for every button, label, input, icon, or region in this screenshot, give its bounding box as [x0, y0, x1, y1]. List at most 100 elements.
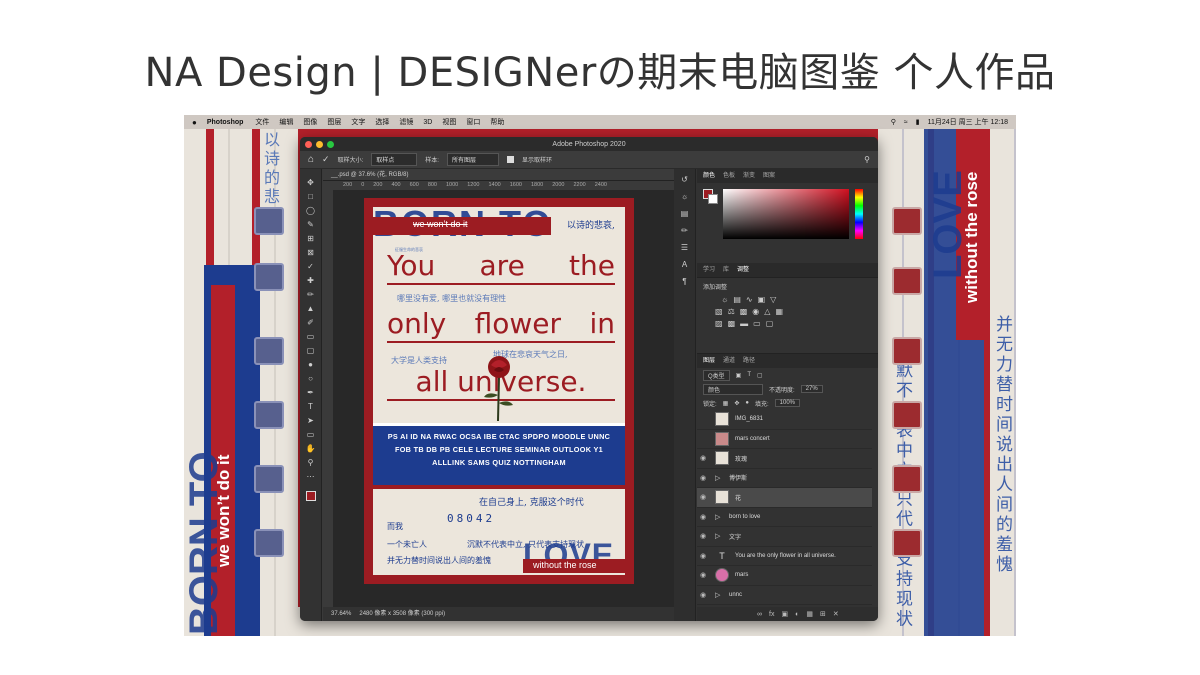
tab-layers[interactable]: 图层	[703, 354, 715, 368]
layer-row[interactable]: ◉ ▷ 文字	[697, 527, 872, 547]
layer-row[interactable]: ◉ ▷ born to love	[697, 508, 872, 527]
menu-3d[interactable]: 3D	[423, 119, 432, 126]
menu-window[interactable]: 窗口	[466, 117, 480, 127]
zoom-tool-icon[interactable]: ⚲	[305, 457, 317, 468]
dodge-tool-icon[interactable]: ○	[305, 373, 317, 384]
invert-icon[interactable]: ▨	[715, 319, 723, 328]
tab-adjustments[interactable]: 调整	[737, 263, 749, 277]
rectangle-tool-icon[interactable]: ▭	[305, 429, 317, 440]
layer-row[interactable]: ◉ mars	[697, 566, 872, 586]
new-group-icon[interactable]: ▦	[806, 610, 813, 618]
brightness-icon[interactable]: ☼	[721, 295, 728, 304]
tab-color[interactable]: 颜色	[703, 169, 715, 183]
menu-help[interactable]: 帮助	[490, 117, 504, 127]
hue-saturation-icon[interactable]: ▧	[715, 307, 723, 316]
type-tool-icon[interactable]: T	[305, 401, 317, 412]
selective-color-icon[interactable]: ▢	[766, 319, 774, 328]
brush-panel-icon[interactable]: ✏	[681, 226, 688, 235]
delete-layer-icon[interactable]: ✕	[833, 610, 839, 618]
eyedropper-tool-icon[interactable]: ✓	[322, 154, 330, 165]
foreground-color-swatch[interactable]	[305, 491, 316, 501]
menu-file[interactable]: 文件	[255, 117, 269, 127]
layer-kind-select[interactable]: Q类型	[703, 369, 730, 381]
layer-row[interactable]: ◉ ▷ unnc	[697, 586, 872, 605]
apple-icon[interactable]: ●	[192, 118, 197, 127]
status-battery-icon[interactable]: ▮	[916, 118, 920, 126]
color-background-swatch[interactable]	[708, 194, 718, 204]
menu-image[interactable]: 图像	[303, 117, 317, 127]
eye-icon[interactable]: ◉	[697, 454, 709, 462]
status-wifi-icon[interactable]: ≈	[904, 119, 908, 126]
new-layer-icon[interactable]: ⊞	[820, 610, 826, 618]
eyedropper-icon[interactable]: ✓	[305, 261, 317, 272]
hue-slider[interactable]	[855, 189, 863, 239]
healing-brush-icon[interactable]: ✚	[305, 275, 317, 286]
tab-libraries[interactable]: 库	[723, 263, 729, 277]
threshold-icon[interactable]: ▬	[740, 319, 748, 328]
tab-learn[interactable]: 学习	[703, 263, 715, 277]
brush-tool-icon[interactable]: ✏	[305, 289, 317, 300]
menu-app-name[interactable]: Photoshop	[207, 119, 244, 126]
blur-tool-icon[interactable]: ●	[305, 359, 317, 370]
tab-channels[interactable]: 通道	[723, 354, 735, 368]
color-balance-icon[interactable]: ⚖	[728, 307, 735, 316]
fill-input[interactable]: 100%	[774, 399, 801, 407]
eye-icon[interactable]: ◉	[697, 552, 709, 560]
layer-style-icon[interactable]: fx	[769, 611, 774, 618]
tab-paths[interactable]: 路径	[743, 354, 755, 368]
crop-tool-icon[interactable]: ⊞	[305, 233, 317, 244]
marquee-tool-icon[interactable]: □	[305, 191, 317, 202]
photo-filter-icon[interactable]: ◉	[752, 307, 759, 316]
filter-type-icon[interactable]: T	[747, 372, 751, 378]
menu-edit[interactable]: 编辑	[279, 117, 293, 127]
curves-icon[interactable]: ∿	[746, 295, 753, 304]
levels-icon[interactable]: ▤	[733, 295, 741, 304]
vibrance-icon[interactable]: ▽	[770, 295, 776, 304]
stamp-tool-icon[interactable]: ▲	[305, 303, 317, 314]
quick-select-tool-icon[interactable]: ✎	[305, 219, 317, 230]
home-icon[interactable]: ⌂	[308, 154, 314, 165]
tab-gradients[interactable]: 渐变	[743, 169, 755, 183]
menu-view[interactable]: 视图	[442, 117, 456, 127]
lasso-tool-icon[interactable]: ◯	[305, 205, 317, 216]
gradient-tool-icon[interactable]: ▢	[305, 345, 317, 356]
blend-mode-select[interactable]: 颜色	[703, 383, 763, 395]
show-ring-checkbox[interactable]	[506, 156, 514, 163]
history-panel-icon[interactable]: ↺	[681, 175, 688, 184]
eye-icon[interactable]: ◉	[697, 571, 709, 579]
new-adjustment-icon[interactable]: ◐	[795, 611, 799, 618]
eye-icon[interactable]: ◉	[697, 591, 709, 599]
layer-row[interactable]: ◉ ▷ 博伊斯	[697, 469, 872, 488]
eye-icon[interactable]: ◉	[697, 513, 709, 521]
paragraph-panel-icon[interactable]: ¶	[682, 277, 686, 286]
move-tool-icon[interactable]: ✥	[305, 177, 317, 188]
layer-row[interactable]: mars concert	[697, 430, 872, 449]
character-panel-icon[interactable]: A	[682, 260, 687, 269]
exposure-icon[interactable]: ▣	[758, 295, 766, 304]
layer-row[interactable]: IMG_6831	[697, 410, 872, 430]
filter-shape-icon[interactable]: ▢	[757, 372, 763, 379]
lock-pixels-icon[interactable]: ▦	[723, 400, 729, 407]
zoom-level[interactable]: 37.64%	[331, 607, 351, 621]
eye-icon[interactable]: ◉	[697, 532, 709, 540]
properties-panel-icon[interactable]: ☰	[681, 243, 688, 252]
menu-type[interactable]: 文字	[351, 117, 365, 127]
frame-tool-icon[interactable]: ⊠	[305, 247, 317, 258]
black-white-icon[interactable]: ▩	[740, 307, 748, 316]
menubar-clock[interactable]: 11月24日 周三 上午 12:18	[928, 117, 1008, 127]
layer-row[interactable]: ◉ 玫瑰	[697, 449, 872, 469]
sample-select[interactable]: 所有图层	[446, 153, 499, 166]
link-layers-icon[interactable]: ∞	[757, 611, 762, 618]
filter-image-icon[interactable]: ▣	[736, 372, 742, 379]
layer-row-selected[interactable]: ◉ 花	[697, 488, 872, 508]
sample-size-select[interactable]: 取样点	[371, 153, 418, 166]
add-mask-icon[interactable]: ▣	[781, 610, 788, 618]
layer-row[interactable]: ◉ T You are the only flower in all unive…	[697, 547, 872, 566]
search-icon[interactable]: ⚲	[864, 155, 870, 164]
path-select-tool-icon[interactable]: ➤	[305, 415, 317, 426]
color-picker-field[interactable]	[723, 189, 849, 239]
more-tools-icon[interactable]: ⋯	[305, 471, 317, 482]
document-tab[interactable]: __.psd @ 37.6% (花, RGB/8)	[323, 169, 674, 181]
history-brush-icon[interactable]: ✐	[305, 317, 317, 328]
gradient-map-icon[interactable]: ▭	[753, 319, 761, 328]
